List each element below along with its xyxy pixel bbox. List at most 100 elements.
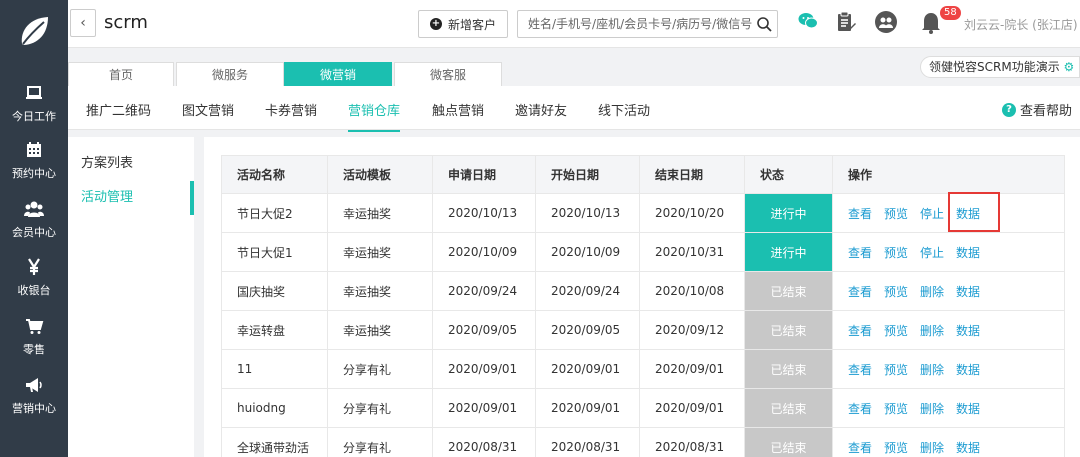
tab-micro-customer-service[interactable]: 微客服 [394, 62, 502, 86]
stop-link[interactable]: 停止 [920, 246, 944, 260]
cell-name: 节日大促1 [221, 232, 328, 272]
view-link[interactable]: 查看 [848, 207, 872, 221]
menu-activity-management[interactable]: 活动管理 [68, 181, 194, 215]
tab-home[interactable]: 首页 [68, 62, 174, 86]
cell-name: 11 [221, 349, 328, 389]
view-link[interactable]: 查看 [848, 441, 872, 455]
sidebar-item-label: 零售 [23, 343, 45, 356]
wechat-icon[interactable] [798, 12, 818, 30]
cell-template: 分享有礼 [327, 349, 433, 389]
subnav-coupon[interactable]: 卡券营销 [265, 100, 317, 119]
preview-link[interactable]: 预览 [884, 207, 908, 221]
users-icon [24, 201, 44, 217]
table-row: huiodng 分享有礼 2020/09/01 2020/09/01 2020/… [221, 388, 1065, 428]
stop-link[interactable]: 停止 [920, 207, 944, 221]
bell-icon[interactable] [920, 10, 942, 34]
cell-name: huiodng [221, 388, 328, 428]
search-input[interactable] [518, 11, 754, 37]
search-icon[interactable] [756, 16, 772, 32]
table-row: 国庆抽奖 幸运抽奖 2020/09/24 2020/09/24 2020/10/… [221, 271, 1065, 311]
delete-link[interactable]: 删除 [920, 363, 944, 377]
data-link[interactable]: 数据 [956, 441, 980, 455]
data-link[interactable]: 数据 [956, 246, 980, 260]
subnav-promo-qrcode[interactable]: 推广二维码 [86, 100, 151, 119]
cell-apply-date: 2020/10/09 [432, 232, 536, 272]
preview-link[interactable]: 预览 [884, 363, 908, 377]
sidebar-item-today-work[interactable]: 今日工作 [0, 74, 68, 133]
clipboard-edit-icon[interactable] [836, 11, 856, 33]
data-link[interactable]: 数据 [956, 402, 980, 416]
sidebar: 今日工作 预约中心 会员中心 收银台 零售 营销中心 [0, 0, 68, 457]
preview-link[interactable]: 预览 [884, 285, 908, 299]
delete-link[interactable]: 删除 [920, 441, 944, 455]
cell-apply-date: 2020/09/24 [432, 271, 536, 311]
delete-link[interactable]: 删除 [920, 285, 944, 299]
user-menu[interactable]: 刘云云-院长 (张江店) ⌄ [964, 16, 1080, 33]
top-header: ‹ scrm + 新增客户 58 刘云云-院长 (张江店) ⌄ [68, 0, 1080, 48]
cell-template: 分享有礼 [327, 388, 433, 428]
status-badge: 进行中 [744, 232, 833, 272]
cell-template: 幸运抽奖 [327, 310, 433, 350]
cell-ops: 查看 预览 删除 数据 [832, 427, 1065, 457]
subnav-touchpoint[interactable]: 触点营销 [432, 100, 484, 119]
sidebar-item-marketing[interactable]: 营销中心 [0, 366, 68, 425]
brand-logo[interactable] [0, 0, 68, 62]
subnav-offline-activity[interactable]: 线下活动 [598, 100, 650, 119]
tab-micro-service[interactable]: 微服务 [176, 62, 284, 86]
preview-link[interactable]: 预览 [884, 246, 908, 260]
cell-start-date: 2020/09/24 [535, 271, 640, 311]
data-link[interactable]: 数据 [956, 207, 980, 221]
plus-icon: + [429, 18, 442, 30]
cell-apply-date: 2020/09/05 [432, 310, 536, 350]
preview-link[interactable]: 预览 [884, 402, 908, 416]
subnav-image-text[interactable]: 图文营销 [182, 100, 234, 119]
gear-icon: ⚙ [1063, 60, 1075, 74]
table-row: 幸运转盘 幸运抽奖 2020/09/05 2020/09/05 2020/09/… [221, 310, 1065, 350]
help-label: 查看帮助 [1020, 104, 1073, 119]
sidebar-item-label: 收银台 [17, 284, 51, 297]
view-link[interactable]: 查看 [848, 363, 872, 377]
search-box [517, 10, 778, 38]
col-header: 活动名称 [221, 155, 328, 194]
cell-apply-date: 2020/10/13 [432, 193, 536, 233]
col-header: 开始日期 [535, 155, 640, 194]
cell-template: 幸运抽奖 [327, 271, 433, 311]
activity-table: 活动名称 活动模板 申请日期 开始日期 结束日期 状态 操作 节日大促2 幸运抽… [221, 155, 1065, 457]
back-button[interactable]: ‹ [70, 9, 96, 37]
subnav-invite-friends[interactable]: 邀请好友 [515, 100, 567, 119]
col-header: 活动模板 [327, 155, 433, 194]
menu-plan-list[interactable]: 方案列表 [68, 147, 194, 181]
preview-link[interactable]: 预览 [884, 324, 908, 338]
table-row: 节日大促2 幸运抽奖 2020/10/13 2020/10/13 2020/10… [221, 193, 1065, 233]
view-link[interactable]: 查看 [848, 324, 872, 338]
table-header-row: 活动名称 活动模板 申请日期 开始日期 结束日期 状态 操作 [221, 155, 1065, 194]
sidebar-item-cashier[interactable]: 收银台 [0, 248, 68, 307]
add-customer-button[interactable]: + 新增客户 [418, 10, 508, 38]
data-link[interactable]: 数据 [956, 285, 980, 299]
delete-link[interactable]: 删除 [920, 324, 944, 338]
view-link[interactable]: 查看 [848, 246, 872, 260]
demo-chip[interactable]: 领健悦容SCRM功能演示 ⚙ [920, 56, 1080, 78]
view-link[interactable]: 查看 [848, 285, 872, 299]
team-settings-icon[interactable] [874, 10, 898, 34]
cell-end-date: 2020/08/31 [639, 427, 745, 457]
sidebar-item-members[interactable]: 会员中心 [0, 190, 68, 249]
app-title: scrm [104, 12, 148, 33]
data-link[interactable]: 数据 [956, 363, 980, 377]
cell-start-date: 2020/09/01 [535, 349, 640, 389]
preview-link[interactable]: 预览 [884, 441, 908, 455]
view-link[interactable]: 查看 [848, 402, 872, 416]
sidebar-item-retail[interactable]: 零售 [0, 307, 68, 366]
subnav-marketing-warehouse[interactable]: 营销仓库 [348, 100, 401, 132]
tab-micro-marketing[interactable]: 微营销 [284, 62, 392, 86]
data-link[interactable]: 数据 [956, 324, 980, 338]
delete-link[interactable]: 删除 [920, 402, 944, 416]
cell-apply-date: 2020/08/31 [432, 427, 536, 457]
main-tabs: 首页 微服务 微营销 微客服 领健悦容SCRM功能演示 ⚙ [68, 48, 1080, 86]
cell-name: 全球通带劲活 [221, 427, 328, 457]
cell-name: 节日大促2 [221, 193, 328, 233]
cell-apply-date: 2020/09/01 [432, 349, 536, 389]
help-link[interactable]: ? 查看帮助 [1002, 100, 1072, 119]
activity-table-panel: 活动名称 活动模板 申请日期 开始日期 结束日期 状态 操作 节日大促2 幸运抽… [204, 137, 1080, 457]
sidebar-item-appointments[interactable]: 预约中心 [0, 131, 68, 190]
